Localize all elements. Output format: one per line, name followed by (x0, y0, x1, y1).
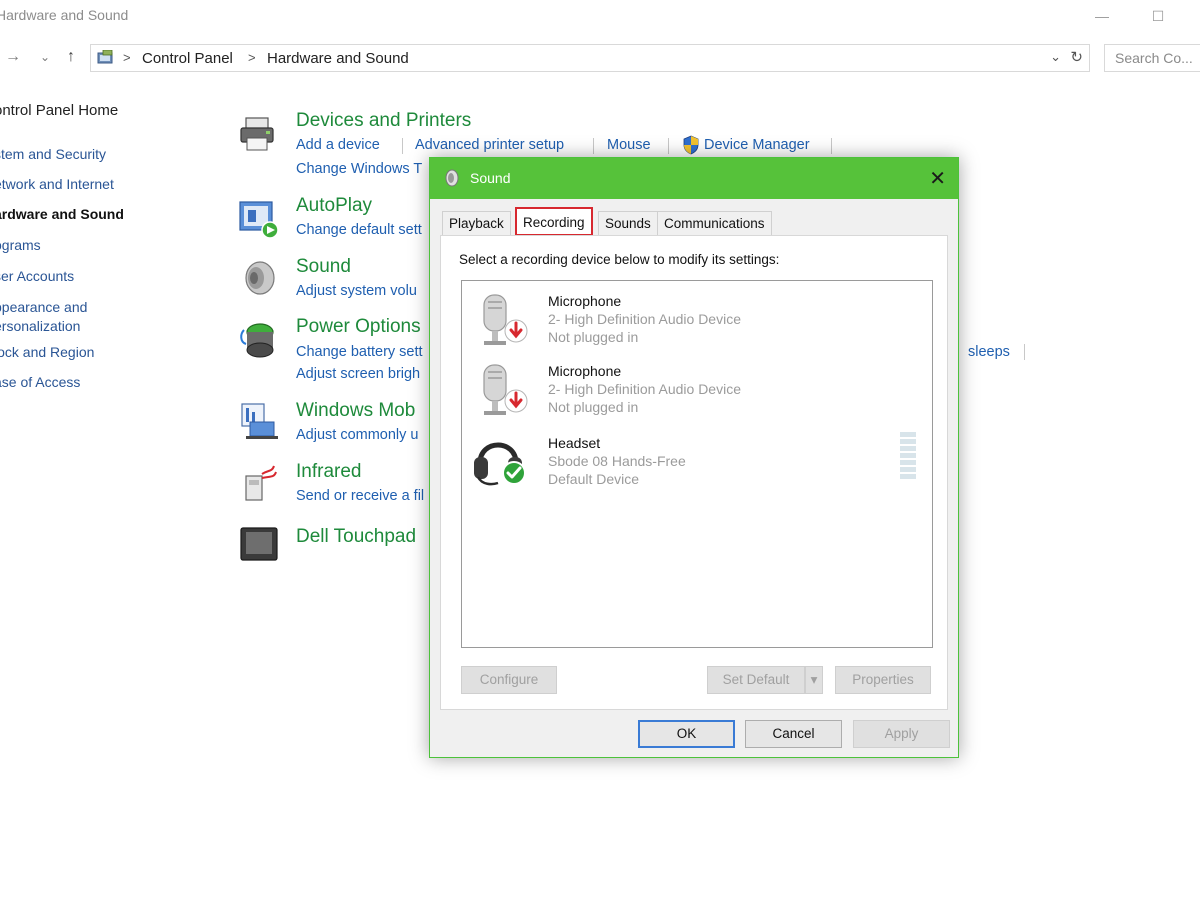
link-add-a-device[interactable]: Add a device (296, 137, 380, 153)
window-title: Hardware and Sound (0, 7, 129, 23)
link-send-or-receive-file[interactable]: Send or receive a fil (296, 488, 424, 504)
minimize-button[interactable]: — (1082, 4, 1122, 28)
device-list[interactable]: Microphone 2- High Definition Audio Devi… (461, 280, 933, 648)
infrared-icon (245, 465, 277, 501)
link-adjust-commonly-used[interactable]: Adjust commonly u (296, 427, 419, 443)
nav-control-panel-home[interactable]: ontrol Panel Home (0, 102, 118, 119)
control-panel-icon (97, 50, 113, 64)
nav-user-accounts[interactable]: ser Accounts (0, 268, 74, 284)
touchpad-icon (240, 527, 278, 561)
link-advanced-printer-setup[interactable]: Advanced printer setup (415, 137, 564, 153)
properties-button[interactable]: Properties (835, 666, 931, 694)
device-name: Headset (548, 435, 601, 451)
apply-button[interactable]: Apply (853, 720, 950, 748)
breadcrumb-separator: > (123, 50, 131, 65)
device-name: Microphone (548, 363, 622, 379)
list-item[interactable]: Headset Sbode 08 Hands-Free Default Devi… (462, 427, 932, 495)
cancel-button[interactable]: Cancel (745, 720, 842, 748)
printer-icon (240, 117, 274, 151)
microphone-icon (483, 364, 528, 415)
link-separator (668, 138, 669, 154)
nav-hardware-and-sound[interactable]: ardware and Sound (0, 206, 124, 222)
uac-shield-icon (683, 135, 699, 155)
configure-button[interactable]: Configure (461, 666, 557, 694)
set-default-button[interactable]: Set Default (707, 666, 805, 694)
link-separator (402, 138, 403, 154)
category-sound[interactable]: Sound (296, 256, 351, 278)
forward-button[interactable]: → (2, 46, 24, 68)
link-separator (593, 138, 594, 154)
nav-ease-of-access[interactable]: ase of Access (0, 374, 80, 390)
battery-icon (240, 323, 274, 358)
dialog-title-bar[interactable]: Sound ✕ (430, 158, 958, 199)
category-power-options[interactable]: Power Options (296, 316, 421, 338)
nav-appearance-line2[interactable]: ersonalization (0, 318, 80, 334)
device-driver: 2- High Definition Audio Device (548, 381, 741, 397)
refresh-icon[interactable]: ↻ (1070, 48, 1083, 66)
autoplay-icon (239, 201, 279, 239)
breadcrumb-separator: > (248, 50, 256, 65)
headset-icon (474, 442, 526, 486)
address-bar[interactable]: > Control Panel > Hardware and Sound ⌄ ↻ (90, 44, 1090, 72)
device-driver: 2- High Definition Audio Device (548, 311, 741, 327)
up-button[interactable]: ↑ (60, 46, 82, 68)
link-mouse[interactable]: Mouse (607, 137, 651, 153)
link-change-default-settings[interactable]: Change default sett (296, 222, 422, 238)
nav-network-and-internet[interactable]: etwork and Internet (0, 176, 114, 192)
sound-dialog-icon (445, 169, 459, 187)
maximize-button[interactable]: ☐ (1138, 4, 1178, 28)
device-driver: Sbode 08 Hands-Free (548, 453, 686, 469)
sound-dialog: Sound ✕ Playback Recording Sounds Commun… (429, 157, 959, 758)
link-adjust-screen-brightness[interactable]: Adjust screen brigh (296, 366, 420, 382)
instruction-text: Select a recording device below to modif… (459, 252, 780, 267)
speaker-icon (245, 261, 275, 295)
nav-system-and-security[interactable]: stem and Security (0, 146, 106, 162)
ok-button[interactable]: OK (638, 720, 735, 748)
link-change-windows[interactable]: Change Windows T (296, 161, 422, 177)
breadcrumb-control-panel[interactable]: Control Panel (142, 50, 233, 67)
link-separator (831, 138, 832, 154)
tab-recording[interactable]: Recording (515, 207, 593, 236)
tab-playback[interactable]: Playback (442, 211, 511, 235)
recent-locations-dropdown[interactable]: ⌄ (34, 46, 56, 68)
device-status: Not plugged in (548, 329, 639, 345)
link-device-manager[interactable]: Device Manager (704, 137, 810, 153)
dialog-title: Sound (470, 170, 511, 186)
nav-appearance-line1[interactable]: ppearance and (0, 299, 87, 315)
device-name: Microphone (548, 293, 622, 309)
address-history-chevron[interactable]: ⌄ (1050, 49, 1061, 65)
device-status: Not plugged in (548, 399, 639, 415)
level-meter (900, 432, 916, 479)
link-change-battery-settings[interactable]: Change battery sett (296, 344, 423, 360)
search-input[interactable]: Search Co... (1104, 44, 1200, 72)
list-item[interactable]: Microphone 2- High Definition Audio Devi… (462, 357, 932, 425)
breadcrumb-hardware-and-sound[interactable]: Hardware and Sound (267, 50, 409, 67)
microphone-icon (483, 294, 528, 345)
device-status: Default Device (548, 471, 640, 487)
tab-communications[interactable]: Communications (657, 211, 772, 235)
category-infrared[interactable]: Infrared (296, 461, 361, 483)
nav-programs[interactable]: ograms (0, 237, 41, 253)
link-separator (1024, 344, 1025, 360)
mobility-icon (241, 403, 278, 439)
category-devices-and-printers[interactable]: Devices and Printers (296, 110, 471, 132)
list-item[interactable]: Microphone 2- High Definition Audio Devi… (462, 287, 932, 355)
recording-tab-panel: Select a recording device below to modif… (440, 235, 948, 710)
dialog-close-button[interactable]: ✕ (929, 166, 946, 191)
tab-sounds[interactable]: Sounds (598, 211, 658, 235)
category-autoplay[interactable]: AutoPlay (296, 195, 372, 217)
link-sleeps[interactable]: sleeps (968, 344, 1010, 360)
link-adjust-system-volume[interactable]: Adjust system volu (296, 283, 417, 299)
category-dell-touchpad[interactable]: Dell Touchpad (296, 526, 416, 548)
category-windows-mobility[interactable]: Windows Mob (296, 400, 415, 422)
nav-clock-and-region[interactable]: lock and Region (0, 344, 94, 360)
set-default-dropdown[interactable]: ▾ (805, 666, 823, 694)
